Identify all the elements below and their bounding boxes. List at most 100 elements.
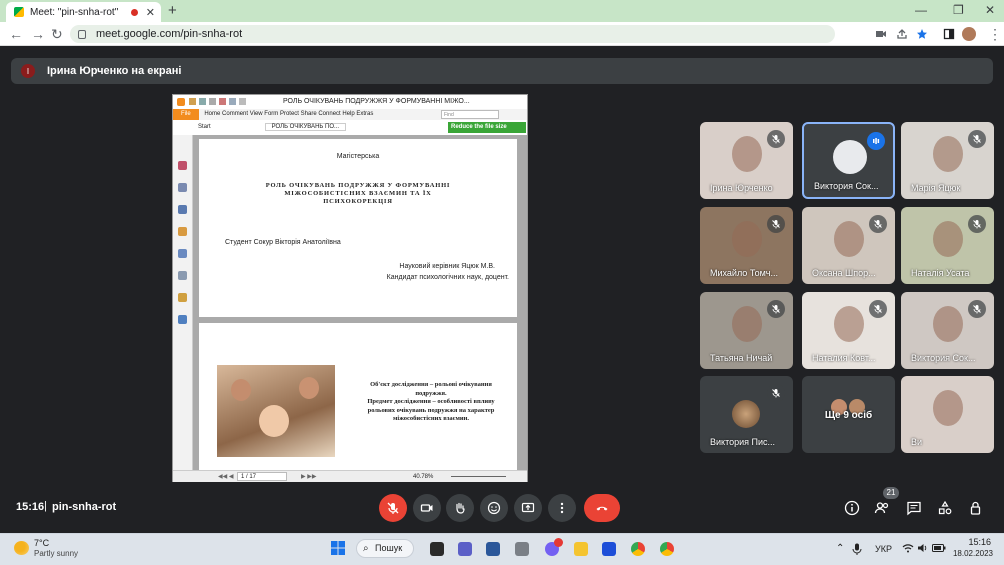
pdf-side-attach-icon[interactable] xyxy=(178,249,187,258)
weather-temp[interactable]: 7°C xyxy=(34,538,49,548)
separator: | xyxy=(44,500,47,512)
share-icon[interactable] xyxy=(896,28,908,40)
mic-mute-button[interactable] xyxy=(379,494,407,522)
reload-icon[interactable]: ↻ xyxy=(51,26,63,43)
tray-language[interactable]: УКР xyxy=(875,544,892,554)
participant-tile[interactable]: Михайло Томч... xyxy=(700,207,793,284)
participant-video xyxy=(933,306,963,342)
pdf-side-pages-icon[interactable] xyxy=(178,183,187,192)
pdf-side-bookmark-icon[interactable] xyxy=(178,161,187,170)
close-window-button[interactable]: ✕ xyxy=(985,3,995,17)
menu-kebab-icon[interactable]: ⋮ xyxy=(988,26,1002,43)
pdf-menu-view[interactable]: View xyxy=(250,111,263,117)
info-icon[interactable] xyxy=(844,500,860,516)
sidepanel-icon[interactable] xyxy=(943,28,955,40)
raise-hand-button[interactable] xyxy=(446,494,474,522)
taskbar-app-terminal-icon[interactable] xyxy=(430,542,444,556)
participant-tile[interactable]: Оксана Шпор... xyxy=(802,207,895,284)
participant-tile[interactable]: Ще 9 осіб xyxy=(802,376,895,453)
participant-tile[interactable]: Ви xyxy=(901,376,994,453)
back-arrow-icon[interactable]: ← xyxy=(9,26,23,42)
tray-speaker-icon[interactable] xyxy=(917,543,929,553)
reactions-button[interactable] xyxy=(480,494,508,522)
minimize-button[interactable]: — xyxy=(915,3,927,17)
zoom-slider[interactable] xyxy=(451,476,506,477)
pdf-find-input[interactable]: Find xyxy=(441,110,499,119)
maximize-button[interactable]: ❐ xyxy=(953,3,964,17)
participant-tile[interactable]: Виктория Сок... xyxy=(901,292,994,369)
participant-video xyxy=(732,306,762,342)
mic-off-icon xyxy=(387,502,399,514)
pdf-menu-protect[interactable]: Protect xyxy=(280,111,299,117)
pdf-side-comments-icon[interactable] xyxy=(178,227,187,236)
weather-sun-icon[interactable] xyxy=(14,541,29,555)
chat-icon[interactable] xyxy=(906,500,922,516)
address-bar[interactable]: meet.google.com/pin-snha-rot xyxy=(70,25,835,43)
participant-tile[interactable]: Виктория Сок... xyxy=(802,122,895,199)
meeting-clock: 15:16 xyxy=(16,501,45,513)
meet-favicon-icon xyxy=(14,7,24,17)
tab-close-icon[interactable]: ✕ xyxy=(146,6,155,19)
next-page-icon[interactable]: ▶ ▶▶ xyxy=(301,471,317,483)
pdf-menu-connect[interactable]: Connect xyxy=(318,111,340,117)
participant-tile[interactable]: Марія Яцюк xyxy=(901,122,994,199)
taskbar-app-word-icon[interactable] xyxy=(486,542,500,556)
pdf-menu-help[interactable]: Help xyxy=(342,111,354,117)
participant-tile[interactable]: Наталия Ковт... xyxy=(802,292,895,369)
pdf-menu-share[interactable]: Share xyxy=(301,111,317,117)
pdf-menu-home[interactable]: Home xyxy=(204,111,220,117)
camera-button[interactable] xyxy=(413,494,441,522)
pdf-document-area[interactable]: Магістерська РОЛЬ ОЧІКУВАНЬ ПОДРУЖЖЯ У Ф… xyxy=(193,135,527,473)
pdf-menu-file[interactable]: File xyxy=(173,109,199,120)
mic-off-icon xyxy=(869,215,887,233)
pdf-side-lock-icon[interactable] xyxy=(178,293,187,302)
pdf-tab-document[interactable]: РОЛЬ ОЧІКУВАНЬ ПО... xyxy=(264,123,346,131)
participant-tile[interactable]: Виктория Пис... xyxy=(700,376,793,453)
participant-tile[interactable]: Ірина Юрченко xyxy=(700,122,793,199)
participant-tile[interactable]: Наталія Усата xyxy=(901,207,994,284)
tray-wifi-icon[interactable] xyxy=(902,543,914,553)
zoom-level: 40.78% xyxy=(413,474,434,480)
activities-icon[interactable] xyxy=(937,500,953,516)
taskbar-time[interactable]: 15:16 xyxy=(955,537,991,547)
browser-tab[interactable]: Meet: "pin-snha-rot" ✕ xyxy=(6,2,161,22)
new-tab-button[interactable]: + xyxy=(168,2,177,19)
forward-arrow-icon[interactable]: → xyxy=(31,26,45,42)
tray-battery-icon[interactable] xyxy=(932,544,946,552)
participant-name: Наталия Ковт... xyxy=(812,353,876,363)
taskbar-date[interactable]: 18.02.2023 xyxy=(945,549,993,558)
pdf-side-tools-icon[interactable] xyxy=(178,315,187,324)
first-page-icon[interactable]: ◀◀ ◀ xyxy=(218,471,234,483)
windows-start-icon[interactable] xyxy=(331,541,345,555)
weather-desc[interactable]: Partly sunny xyxy=(34,549,78,558)
more-options-button[interactable] xyxy=(548,494,576,522)
mic-off-icon xyxy=(767,384,785,402)
taskbar-app-store-icon[interactable] xyxy=(602,542,616,556)
pdf-menu-form[interactable]: Form xyxy=(264,111,278,117)
host-controls-lock-icon[interactable] xyxy=(968,500,984,516)
profile-avatar[interactable] xyxy=(962,27,976,41)
people-icon[interactable] xyxy=(874,500,890,516)
pdf-menu-extras[interactable]: Extras xyxy=(356,111,373,117)
participant-name: Виктория Пис... xyxy=(710,437,775,447)
reduce-file-size-button[interactable]: Reduce the file size xyxy=(448,122,526,133)
pdf-menu-comment[interactable]: Comment xyxy=(222,111,248,117)
leave-call-button[interactable] xyxy=(584,494,620,522)
taskbar-app-chrome-icon[interactable] xyxy=(631,542,645,556)
taskbar-app-calculator-icon[interactable] xyxy=(515,542,529,556)
pdf-side-signature-icon[interactable] xyxy=(178,271,187,280)
taskbar-app-chrome-profile-icon[interactable] xyxy=(660,542,674,556)
bookmark-star-icon[interactable] xyxy=(916,28,928,40)
tray-chevron-icon[interactable]: ⌃ xyxy=(836,543,844,554)
present-screen-button[interactable] xyxy=(514,494,542,522)
tray-mic-icon[interactable] xyxy=(852,543,862,555)
pdf-side-layers-icon[interactable] xyxy=(178,205,187,214)
taskbar-app-explorer-icon[interactable] xyxy=(574,542,588,556)
speaking-indicator-icon xyxy=(867,132,885,150)
taskbar-app-teams-icon[interactable] xyxy=(458,542,472,556)
camera-indicator-icon[interactable] xyxy=(875,28,887,40)
supervisor-name: Науковий керівник Яцюк М.В. xyxy=(399,263,495,270)
pdf-tab-start[interactable]: Start xyxy=(193,124,263,130)
participant-tile[interactable]: Татьяна Ничай xyxy=(700,292,793,369)
page-number-input[interactable]: 1 / 17 xyxy=(237,472,287,481)
